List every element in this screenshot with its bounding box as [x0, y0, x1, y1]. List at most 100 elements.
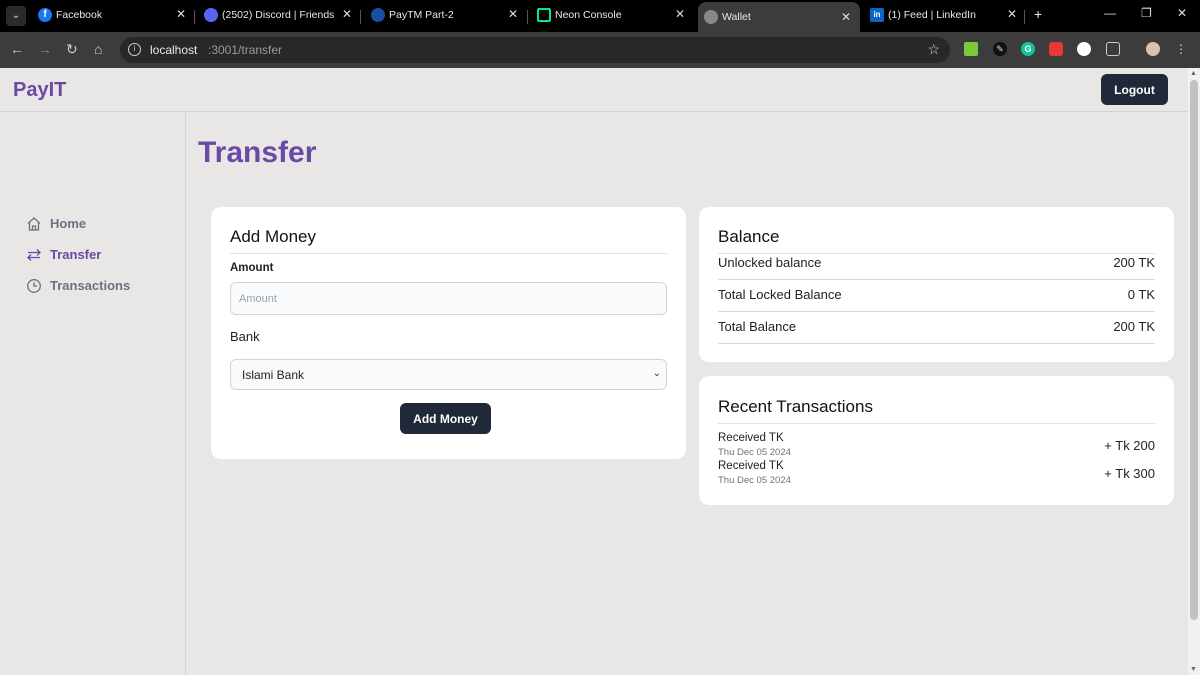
- forward-icon[interactable]: →: [38, 41, 52, 57]
- close-icon[interactable]: ✕: [176, 7, 186, 21]
- tab-title: (2502) Discord | Friends: [222, 9, 335, 21]
- site-info-icon[interactable]: i: [128, 43, 141, 56]
- add-money-card: Add Money Amount Bank Islami Bank ⌄ Add …: [211, 207, 686, 459]
- page-scrollbar[interactable]: ▲ ▼: [1188, 68, 1200, 675]
- logout-button[interactable]: Logout: [1101, 74, 1168, 105]
- tab-paytm[interactable]: PayTM Part-2 ✕: [371, 4, 521, 28]
- discord-icon: [204, 8, 218, 22]
- bookmark-star-icon[interactable]: ☆: [927, 41, 940, 58]
- paytm-icon: [371, 8, 385, 22]
- tab-separator: [527, 10, 528, 24]
- balance-row-value: 0 TK: [1127, 287, 1155, 302]
- tab-separator: [360, 10, 361, 24]
- globe-icon: [704, 10, 718, 24]
- reload-icon[interactable]: ↻: [66, 41, 78, 58]
- tab-separator: [194, 10, 195, 24]
- url-path: :3001/transfer: [208, 43, 283, 57]
- balance-row-label: Unlocked balance: [718, 255, 822, 270]
- browser-toolbar: ← → ↻ ⌂ i localhost :3001/transfer ☆ ✎ G…: [0, 32, 1200, 68]
- card-title: Add Money: [230, 227, 316, 246]
- app-viewport: PayIT Logout Home Transfer Transactions …: [0, 68, 1188, 675]
- close-icon[interactable]: ✕: [841, 10, 851, 24]
- transaction-row: Received TK Thu Dec 05 2024 + Tk 300: [718, 460, 1155, 488]
- transaction-title: Received TK: [718, 460, 784, 472]
- tab-title: Facebook: [56, 9, 103, 21]
- scrollbar-thumb[interactable]: [1190, 80, 1198, 620]
- balance-row: Total Locked Balance 0 TK: [718, 280, 1155, 312]
- tab-wallet[interactable]: Wallet ✕: [698, 2, 860, 32]
- profile-avatar[interactable]: [1146, 42, 1160, 56]
- balance-row: Unlocked balance 200 TK: [718, 248, 1155, 280]
- new-tab-icon[interactable]: +: [1034, 6, 1042, 22]
- tab-title: Neon Console: [555, 9, 622, 21]
- extension-pen-icon[interactable]: ✎: [993, 42, 1007, 56]
- add-money-button[interactable]: Add Money: [400, 403, 491, 434]
- sidebar-item-label: Home: [50, 216, 87, 231]
- extension-chat-icon[interactable]: [1077, 42, 1091, 56]
- sidebar-item-label: Transactions: [50, 278, 131, 293]
- amount-input[interactable]: [230, 282, 667, 315]
- transaction-amount: + Tk 200: [1104, 438, 1155, 453]
- bank-select-value: Islami Bank: [242, 368, 305, 382]
- close-icon[interactable]: ✕: [1007, 7, 1017, 21]
- bank-label: Bank: [230, 329, 260, 344]
- tab-title: (1) Feed | LinkedIn: [888, 9, 976, 21]
- transaction-date: Thu Dec 05 2024: [718, 475, 791, 486]
- balance-row-label: Total Locked Balance: [718, 287, 842, 302]
- browser-tab-bar: ⌄ f Facebook ✕ (2502) Discord | Friends …: [0, 0, 1200, 32]
- balance-row-label: Total Balance: [718, 319, 797, 334]
- facebook-icon: f: [38, 8, 52, 22]
- neon-icon: [537, 8, 551, 22]
- arrows-transfer-icon: [27, 249, 41, 261]
- tab-title: PayTM Part-2: [389, 9, 454, 21]
- extensions-puzzle-icon[interactable]: [1106, 42, 1120, 56]
- tab-discord[interactable]: (2502) Discord | Friends ✕: [204, 4, 354, 28]
- tab-facebook[interactable]: f Facebook ✕: [38, 4, 188, 28]
- chevron-down-icon: ⌄: [652, 368, 661, 379]
- tab-neon-console[interactable]: Neon Console ✕: [537, 4, 687, 28]
- balance-row: Total Balance 200 TK: [718, 312, 1155, 344]
- home-icon: [27, 217, 41, 231]
- sidebar-item-label: Transfer: [50, 247, 102, 262]
- linkedin-icon: in: [870, 8, 884, 22]
- close-icon[interactable]: ✕: [508, 7, 518, 21]
- transaction-title: Received TK: [718, 432, 784, 444]
- close-window-icon[interactable]: ✕: [1177, 6, 1187, 20]
- transaction-amount: + Tk 300: [1104, 466, 1155, 481]
- tab-linkedin[interactable]: in (1) Feed | LinkedIn ✕: [870, 4, 1020, 28]
- divider: [718, 423, 1155, 424]
- card-title: Recent Transactions: [718, 397, 873, 416]
- balance-row-value: 200 TK: [1113, 255, 1155, 270]
- scroll-down-icon[interactable]: ▼: [1190, 666, 1197, 673]
- app-header: PayIT Logout: [0, 68, 1188, 112]
- transaction-date: Thu Dec 05 2024: [718, 447, 791, 458]
- balance-row-value: 200 TK: [1113, 319, 1155, 334]
- tab-title: Wallet: [722, 11, 751, 23]
- scroll-up-icon[interactable]: ▲: [1190, 70, 1197, 77]
- sidebar: Home Transfer Transactions: [0, 113, 186, 675]
- brand-logo[interactable]: PayIT: [13, 79, 66, 102]
- grammarly-icon[interactable]: G: [1021, 42, 1035, 56]
- card-title: Balance: [718, 227, 780, 246]
- transaction-row: Received TK Thu Dec 05 2024 + Tk 200: [718, 432, 1155, 460]
- divider: [230, 253, 667, 254]
- recent-transactions-card: Recent Transactions Received TK Thu Dec …: [699, 376, 1174, 505]
- amount-label: Amount: [230, 262, 274, 274]
- home-browser-icon[interactable]: ⌂: [94, 41, 102, 57]
- clock-icon: [27, 279, 41, 293]
- back-icon[interactable]: ←: [10, 41, 24, 57]
- page-title: Transfer: [198, 136, 317, 169]
- tab-search-button[interactable]: ⌄: [6, 6, 26, 26]
- restore-icon[interactable]: ❐: [1141, 6, 1152, 20]
- browser-menu-icon[interactable]: ⋮: [1174, 42, 1188, 56]
- extension-lock-icon[interactable]: [1049, 42, 1063, 56]
- url-host: localhost: [150, 43, 198, 57]
- extension-chart-icon[interactable]: [964, 42, 978, 56]
- tab-separator: [1024, 10, 1025, 24]
- address-bar[interactable]: i localhost :3001/transfer ☆: [120, 37, 950, 63]
- balance-card: Balance Unlocked balance 200 TK Total Lo…: [699, 207, 1174, 362]
- bank-select[interactable]: Islami Bank ⌄: [230, 359, 667, 390]
- close-icon[interactable]: ✕: [342, 7, 352, 21]
- minimize-icon[interactable]: —: [1104, 6, 1116, 20]
- close-icon[interactable]: ✕: [675, 7, 685, 21]
